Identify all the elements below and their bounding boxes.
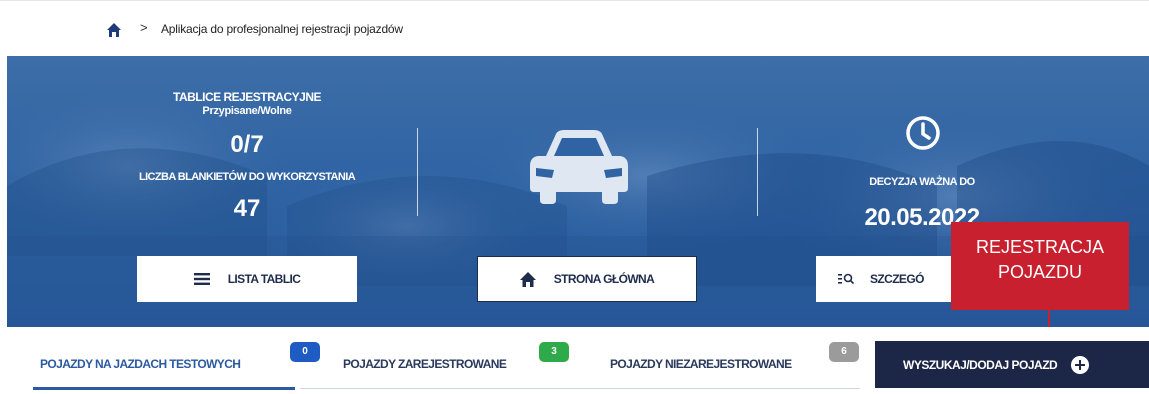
list-plates-button[interactable]: LISTA TABLIC [137, 256, 357, 302]
active-tab-indicator [33, 387, 295, 390]
tab-count-badge: 3 [539, 342, 569, 362]
blanks-title: LICZBA BLANKIETÓW DO WYKORZYSTANIA [138, 171, 356, 183]
vehicle-tabs: POJAZDY NA JAZDACH TESTOWYCH 0 POJAZDY Z… [0, 327, 1149, 394]
breadcrumb-current: Aplikacja do profesjonalnej rejestracji … [161, 22, 403, 36]
plates-stat: TABLICE REJESTRACYJNE Przypisane/Wolne 0… [107, 90, 387, 223]
tab-test-drives[interactable]: POJAZDY NA JAZDACH TESTOWYCH [40, 357, 241, 371]
home-icon[interactable] [106, 22, 122, 38]
tab-unregistered[interactable]: POJAZDY NIEZAREJESTROWANE [610, 357, 792, 371]
plates-subtitle: Przypisane/Wolne [202, 105, 292, 117]
search-add-vehicle-button[interactable]: WYSZUKAJ/DODAJ POJAZD [875, 341, 1149, 388]
tab-count-badge: 6 [829, 342, 859, 362]
divider [757, 128, 758, 216]
breadcrumb-separator: > [140, 20, 148, 35]
callout-line-1: REJESTRACJA [975, 237, 1105, 257]
tab-count-badge: 0 [290, 342, 320, 362]
search-list-icon [838, 273, 854, 285]
breadcrumb: > Aplikacja do profesjonalnej rejestracj… [0, 0, 1149, 56]
plates-title: TABLICE REJESTRACYJNE [173, 90, 321, 104]
list-plates-label: LISTA TABLIC [227, 272, 301, 286]
callout-line-2: POJAZDU [997, 262, 1082, 282]
plates-value: 0/7 [230, 131, 264, 158]
decision-label: DECYZJA WAŻNA DO [869, 176, 975, 188]
clock-icon [906, 116, 940, 150]
tab-registered[interactable]: POJAZDY ZAREJESTROWANE [343, 357, 507, 371]
plus-circle-icon [1071, 355, 1090, 374]
search-add-label: WYSZUKAJ/DODAJ POJAZD [903, 357, 1058, 372]
home-label: STRONA GŁÓWNA [553, 272, 655, 286]
tabs-baseline [300, 388, 860, 389]
blanks-value: 47 [233, 195, 261, 222]
vehicle-registration-callout: REJESTRACJA POJAZDU [951, 222, 1129, 310]
details-label: SZCZEGÓ [870, 272, 924, 286]
divider [417, 128, 418, 216]
home-icon [519, 271, 536, 287]
menu-icon [193, 273, 210, 285]
home-button[interactable]: STRONA GŁÓWNA [477, 256, 697, 302]
car-icon [530, 130, 628, 204]
